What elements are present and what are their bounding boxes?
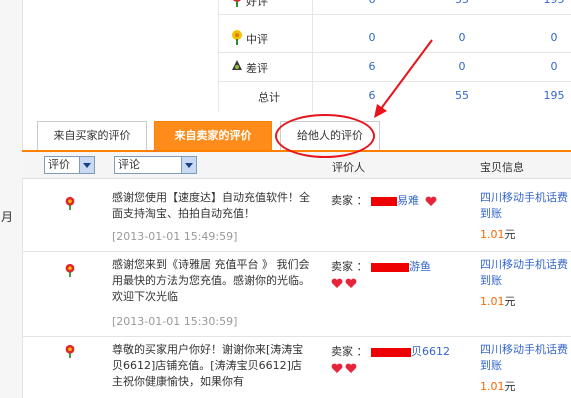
annotation-arrow [374,39,433,118]
